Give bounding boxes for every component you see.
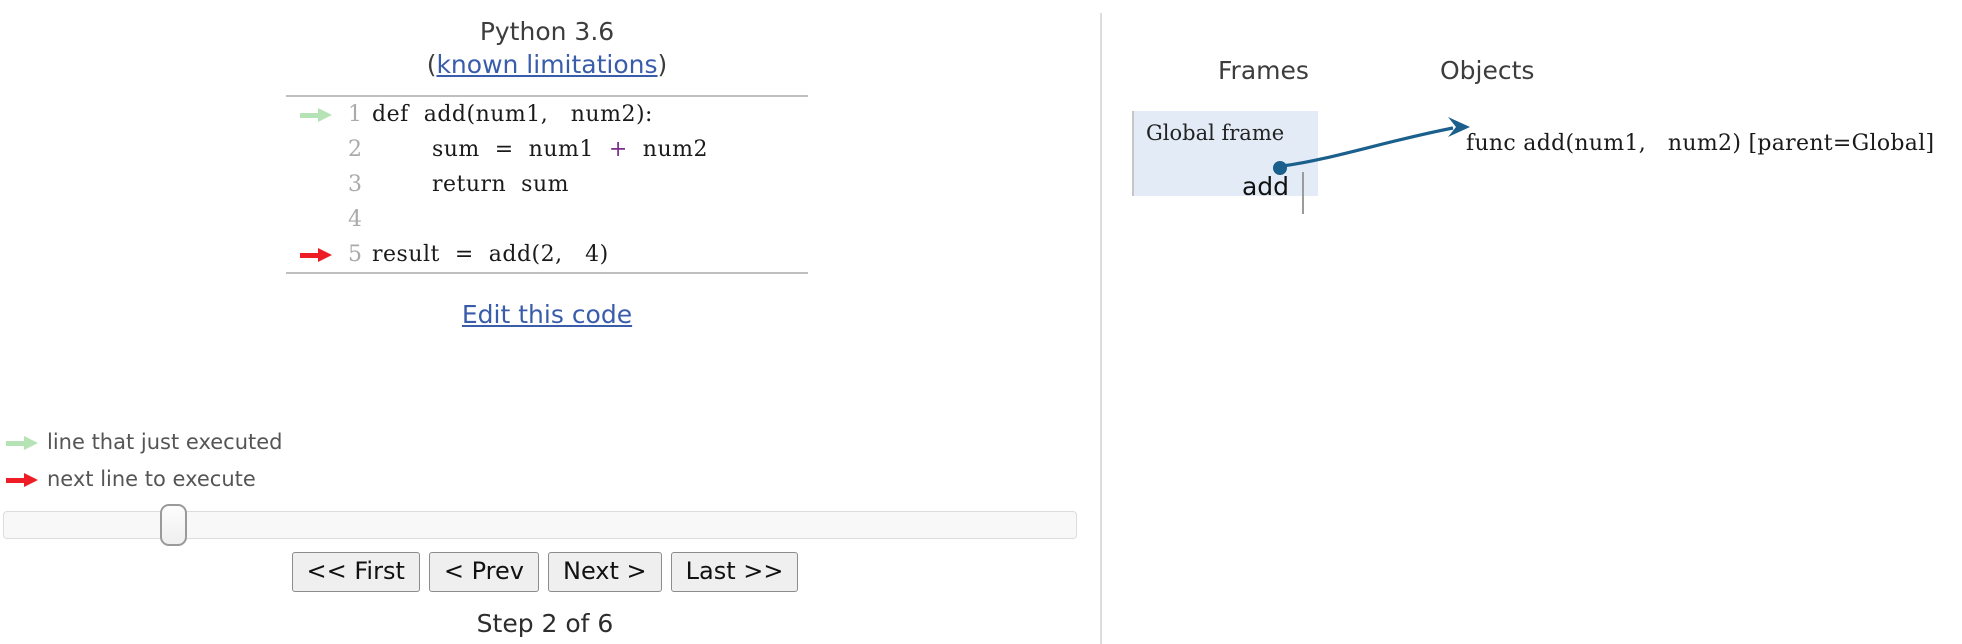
navigation-buttons: << First < Prev Next > Last >> [0, 552, 1090, 593]
code-line-text: def add(num1, num2): [372, 102, 653, 127]
line-number: 5 [348, 242, 362, 267]
code-line-row[interactable]: 5 result = add(2, 4) [286, 237, 808, 272]
legend-row-executed: line that just executed [6, 424, 406, 461]
object-pointer-arrow [1273, 117, 1470, 175]
code-column: Python 3.6 (known limitations) 1 def add… [286, 0, 808, 329]
execution-arrow-cell [286, 132, 332, 167]
function-object-label: func add(num1, num2) [parent=Global] [1466, 131, 1935, 156]
execution-arrow-cell [286, 202, 332, 237]
next-button[interactable]: Next > [547, 552, 662, 593]
execution-arrow-cell [286, 237, 332, 272]
global-frame-label: Global frame [1146, 121, 1285, 145]
line-number: 1 [348, 102, 362, 127]
visualization-pane [1102, 0, 1962, 644]
executed-line-legend-arrow-icon [6, 435, 38, 450]
pointer-curve [1281, 126, 1454, 168]
code-line-row[interactable]: 4 [286, 202, 808, 237]
execution-legend: line that just executed next line to exe… [6, 424, 406, 498]
code-line-text: sum = num1 + num2 [372, 132, 808, 167]
line-number: 3 [348, 172, 362, 197]
legend-next-label: next line to execute [47, 467, 256, 491]
last-button[interactable]: Last >> [670, 552, 799, 593]
legend-row-next: next line to execute [6, 461, 406, 498]
step-slider-handle[interactable] [160, 504, 187, 546]
code-line-row[interactable]: 1 def add(num1, num2): [286, 97, 808, 132]
code-table: 1 def add(num1, num2): 2 sum = num1 + nu… [286, 97, 808, 272]
frames-heading: Frames [1218, 56, 1309, 85]
code-line-text [372, 202, 808, 237]
legend-executed-label: line that just executed [47, 430, 283, 454]
edit-code-container: Edit this code [286, 300, 808, 329]
code-line-text: return sum [372, 172, 569, 197]
paren-open: ( [426, 50, 437, 79]
prev-button[interactable]: < Prev [428, 552, 539, 593]
known-limitations-line: (known limitations) [286, 48, 808, 81]
objects-heading: Objects [1440, 56, 1535, 85]
code-line-text: result = add(2, 4) [372, 242, 609, 267]
next-line-arrow-icon [300, 248, 332, 262]
first-button[interactable]: << First [291, 552, 420, 593]
python-version-label: Python 3.6 [479, 17, 615, 46]
code-bottom-divider [286, 272, 808, 274]
executed-line-arrow-icon [300, 108, 332, 122]
pointer-origin-dot [1273, 161, 1287, 175]
code-segment-b: num2 [642, 137, 708, 162]
line-number: 2 [348, 137, 362, 162]
code-line-row[interactable]: 3 return sum [286, 167, 808, 202]
code-segment-a: sum = num1 [372, 137, 594, 162]
next-line-legend-arrow-icon [6, 472, 38, 487]
execution-arrow-cell [286, 167, 332, 202]
known-limitations-link[interactable]: known limitations [436, 50, 657, 79]
line-number: 4 [348, 207, 362, 232]
code-operator: + [593, 137, 643, 162]
paren-close: ) [657, 50, 668, 79]
python-version-header: Python 3.6 (known limitations) [286, 0, 808, 81]
code-line-row[interactable]: 2 sum = num1 + num2 [286, 132, 808, 167]
step-status-label: Step 2 of 6 [476, 609, 614, 638]
execution-arrow-cell [286, 97, 332, 132]
edit-this-code-link[interactable]: Edit this code [462, 300, 632, 329]
code-pane: Python 3.6 (known limitations) 1 def add… [0, 0, 1100, 644]
